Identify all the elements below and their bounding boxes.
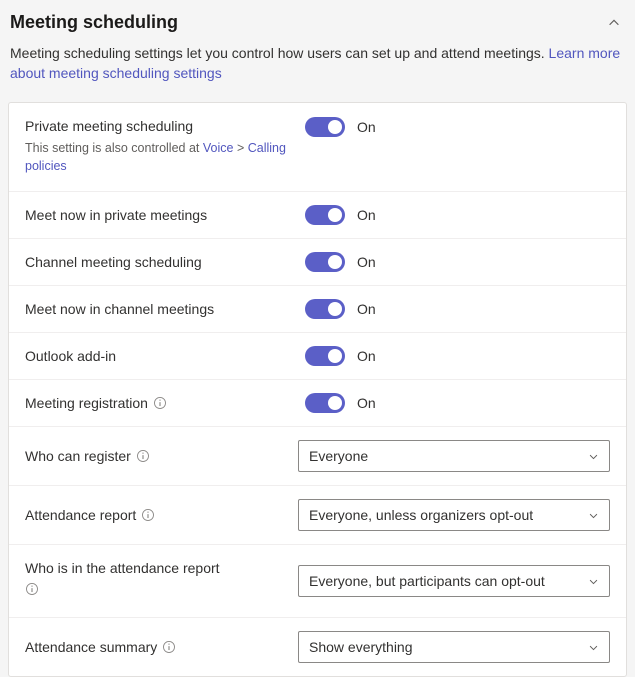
setting-label: Outlook add-in [25, 347, 295, 366]
toggle-state-label: On [357, 348, 376, 364]
section-title: Meeting scheduling [10, 12, 178, 33]
info-icon[interactable] [25, 582, 39, 596]
toggle-state-label: On [357, 119, 376, 135]
toggle-state-label: On [357, 207, 376, 223]
select-value: Everyone, unless organizers opt-out [309, 507, 533, 523]
setting-label: Private meeting scheduling [25, 117, 295, 136]
setting-label: Channel meeting scheduling [25, 253, 295, 272]
meeting-registration-toggle[interactable] [305, 393, 345, 413]
chevron-down-icon [587, 450, 599, 462]
private-meeting-toggle[interactable] [305, 117, 345, 137]
setting-sublabel: This setting is also controlled at Voice… [25, 140, 295, 175]
meet-now-private-toggle[interactable] [305, 205, 345, 225]
toggle-knob [328, 302, 342, 316]
who-can-register-select[interactable]: Everyone [298, 440, 610, 472]
chevron-down-icon [587, 575, 599, 587]
setting-label: Meet now in channel meetings [25, 300, 295, 319]
setting-label: Attendance report [25, 506, 136, 525]
collapse-chevron-up-icon[interactable] [603, 14, 625, 32]
section-header: Meeting scheduling [8, 8, 627, 43]
who-in-report-select[interactable]: Everyone, but participants can opt-out [298, 565, 610, 597]
row-outlook-addin: Outlook add-in On [9, 332, 626, 379]
intro-text: Meeting scheduling settings let you cont… [10, 45, 549, 61]
row-attendance-summary: Attendance summary Show everything [9, 617, 626, 676]
select-value: Show everything [309, 639, 413, 655]
label-col: Private meeting scheduling This setting … [25, 117, 305, 176]
toggle-knob [328, 255, 342, 269]
sublabel-text: This setting is also controlled at [25, 141, 203, 155]
meeting-scheduling-page: Meeting scheduling Meeting scheduling se… [0, 0, 635, 677]
setting-label: Attendance summary [25, 638, 157, 657]
meet-now-channel-toggle[interactable] [305, 299, 345, 319]
toggle-knob [328, 208, 342, 222]
toggle-state-label: On [357, 301, 376, 317]
setting-label: Meet now in private meetings [25, 206, 295, 225]
setting-label: Who is in the attendance report [25, 559, 288, 578]
row-meet-now-private: Meet now in private meetings On [9, 191, 626, 238]
info-icon[interactable] [141, 508, 155, 522]
select-value: Everyone, but participants can opt-out [309, 573, 545, 589]
attendance-report-select[interactable]: Everyone, unless organizers opt-out [298, 499, 610, 531]
row-who-in-report: Who is in the attendance report Everyone… [9, 544, 626, 617]
chevron-down-icon [587, 641, 599, 653]
outlook-addin-toggle[interactable] [305, 346, 345, 366]
sublabel-sep: > [233, 141, 247, 155]
section-description: Meeting scheduling settings let you cont… [8, 43, 627, 102]
info-icon[interactable] [162, 640, 176, 654]
row-meeting-registration: Meeting registration On [9, 379, 626, 426]
row-attendance-report: Attendance report Everyone, unless organ… [9, 485, 626, 544]
row-who-can-register: Who can register Everyone [9, 426, 626, 485]
voice-link[interactable]: Voice [203, 141, 234, 155]
setting-label: Who can register [25, 447, 131, 466]
info-icon[interactable] [136, 449, 150, 463]
toggle-knob [328, 120, 342, 134]
row-channel-meeting: Channel meeting scheduling On [9, 238, 626, 285]
toggle-knob [328, 349, 342, 363]
row-meet-now-channel: Meet now in channel meetings On [9, 285, 626, 332]
info-icon[interactable] [153, 396, 167, 410]
settings-card: Private meeting scheduling This setting … [8, 102, 627, 677]
row-private-meeting-scheduling: Private meeting scheduling This setting … [9, 103, 626, 192]
setting-label: Meeting registration [25, 394, 148, 413]
toggle-state-label: On [357, 254, 376, 270]
toggle-knob [328, 396, 342, 410]
select-value: Everyone [309, 448, 368, 464]
chevron-down-icon [587, 509, 599, 521]
toggle-state-label: On [357, 395, 376, 411]
channel-meeting-toggle[interactable] [305, 252, 345, 272]
attendance-summary-select[interactable]: Show everything [298, 631, 610, 663]
